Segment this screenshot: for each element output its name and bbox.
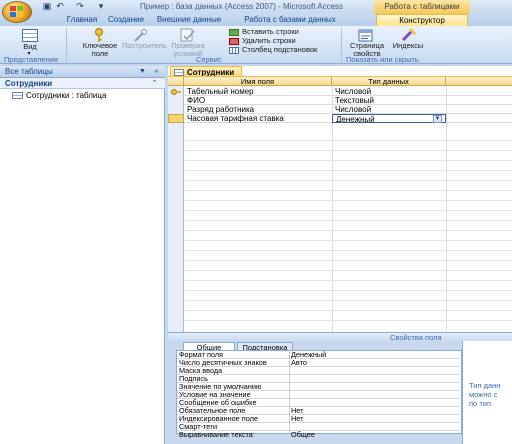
data-type-cell[interactable]: Числовой: [332, 87, 446, 96]
nav-collapse-icon[interactable]: «: [152, 67, 161, 76]
nav-dropdown-icon[interactable]: ▼: [138, 67, 147, 76]
property-name: Выравнивание текста: [179, 430, 253, 439]
ribbon-separator: [341, 28, 342, 62]
tab-design[interactable]: Конструктор: [376, 14, 468, 26]
nav-group-title: Сотрудники: [5, 79, 53, 88]
table-row[interactable]: Разряд работника Числовой: [184, 105, 512, 114]
field-name-cell[interactable]: Разряд работника: [184, 105, 332, 114]
field-properties-bar: Свойства поля: [168, 332, 512, 342]
table-icon: [174, 69, 184, 76]
indexes-button[interactable]: Индексы: [391, 42, 425, 50]
nav-item-employees-table[interactable]: Сотрудники : таблица: [0, 89, 165, 101]
property-row[interactable]: Выравнивание текста Общее: [177, 431, 463, 439]
delete-rows-icon: [229, 38, 239, 45]
quick-access-dropdown-icon[interactable]: ▾: [96, 2, 106, 11]
tab-home[interactable]: Главная: [64, 14, 100, 26]
navigation-pane: Все таблицы ▼ « Сотрудники ⌃ Сотрудники …: [0, 66, 165, 444]
tab-database-tools[interactable]: Работа с базами данных: [230, 14, 350, 26]
office-logo-icon: [10, 6, 24, 18]
grid-hline: [184, 250, 512, 251]
ribbon-tabs: Главная Создание Внешние данные Работа с…: [0, 14, 512, 26]
group-views-label: Представления: [4, 55, 58, 64]
tab-external-data[interactable]: Внешние данные: [154, 14, 224, 26]
property-value[interactable]: Общее: [291, 431, 315, 439]
field-help-text: Тип данн можно с по тип: [469, 381, 501, 408]
table-row[interactable]: ФИО Текстовый: [184, 96, 512, 105]
nav-header[interactable]: Все таблицы ▼ «: [0, 66, 165, 78]
view-icon[interactable]: [22, 29, 38, 42]
grid-hline: [184, 150, 512, 151]
nav-group-collapse-icon[interactable]: ⌃: [150, 79, 159, 88]
grid-hline: [184, 220, 512, 221]
table-icon: [12, 92, 23, 99]
grid-hline: [184, 140, 512, 141]
grid-hline: [184, 230, 512, 231]
ribbon-separator: [66, 28, 67, 62]
properties-column-divider: [289, 350, 290, 434]
data-type-cell[interactable]: Числовой: [332, 105, 446, 114]
builder-button[interactable]: Построитель: [122, 42, 167, 50]
key-field-label: Ключевое поле: [82, 41, 118, 58]
grid-hline: [184, 310, 512, 311]
data-type-combo[interactable]: Денежный: [332, 114, 446, 123]
row-selector-current[interactable]: [168, 114, 184, 123]
property-value[interactable]: Авто: [291, 359, 307, 367]
grid-hline: [184, 190, 512, 191]
grid-hline: [184, 170, 512, 171]
field-help-panel: Тип данн можно с по тип: [462, 341, 512, 444]
field-name-cell[interactable]: Часовая тарифная ставка: [184, 114, 332, 123]
table-row[interactable]: Часовая тарифная ставка Денежный: [184, 114, 512, 123]
grid-hline: [184, 270, 512, 271]
nav-item-label: Сотрудники : таблица: [26, 91, 107, 100]
tab-create[interactable]: Создание: [106, 14, 146, 26]
nav-group-header[interactable]: Сотрудники ⌃: [0, 78, 165, 89]
group-show-hide-label: Показать или скрыть: [346, 55, 419, 64]
save-icon[interactable]: ▣: [42, 2, 52, 11]
primary-key-icon: [171, 88, 181, 96]
property-value[interactable]: Нет: [291, 415, 303, 423]
delete-rows-button[interactable]: Удалить строки: [242, 37, 296, 45]
grid-hline: [184, 210, 512, 211]
test-conditions-icon: [180, 28, 196, 42]
key-field-button[interactable]: Ключевое поле: [78, 42, 122, 58]
insert-rows-icon: [229, 29, 239, 36]
office-button[interactable]: [2, 1, 32, 23]
nav-header-title: Все таблицы: [5, 67, 53, 76]
grid-hline: [184, 290, 512, 291]
lookup-column-button[interactable]: Столбец подстановок: [242, 46, 317, 54]
contextual-tab-group: Работа с таблицами: [374, 0, 470, 14]
property-sheet-icon: [358, 28, 374, 42]
grid-hline: [184, 240, 512, 241]
field-name-cell[interactable]: ФИО: [184, 96, 332, 105]
lookup-column-icon: [229, 47, 239, 54]
property-row[interactable]: Маска ввода: [177, 367, 463, 375]
grid-hline: [184, 320, 512, 321]
indexes-icon: [400, 27, 417, 42]
ribbon: Вид ▾ Представления Ключевое поле Постро…: [0, 26, 512, 64]
insert-rows-button[interactable]: Вставить строки: [242, 28, 299, 36]
properties-table: Формат поля Денежный Число десятичных зна…: [176, 350, 463, 439]
property-row[interactable]: Индексированное поле Нет: [177, 415, 463, 423]
data-type-cell[interactable]: Текстовый: [332, 96, 446, 105]
field-name-cell[interactable]: Табельный номер: [184, 87, 332, 96]
grid-hline: [184, 280, 512, 281]
column-header-field-name[interactable]: Имя поля: [184, 77, 332, 86]
grid-hline: [184, 160, 512, 161]
grid-hline: [184, 260, 512, 261]
grid-hline: [184, 180, 512, 181]
window-title: Пример : база данных (Access 2007) - Mic…: [140, 2, 344, 11]
column-header-data-type[interactable]: Тип данных: [332, 77, 446, 86]
table-row[interactable]: Табельный номер Числовой: [184, 87, 512, 96]
grid-hline: [184, 300, 512, 301]
grid-hline: [184, 200, 512, 201]
group-tools-label: Сервис: [196, 55, 222, 64]
data-type-dropdown-icon[interactable]: ▼: [433, 115, 442, 123]
corner-header: [168, 77, 184, 86]
column-header-description[interactable]: [446, 77, 512, 86]
redo-icon[interactable]: ↷: [75, 2, 85, 11]
undo-icon[interactable]: ↶: [55, 2, 65, 11]
